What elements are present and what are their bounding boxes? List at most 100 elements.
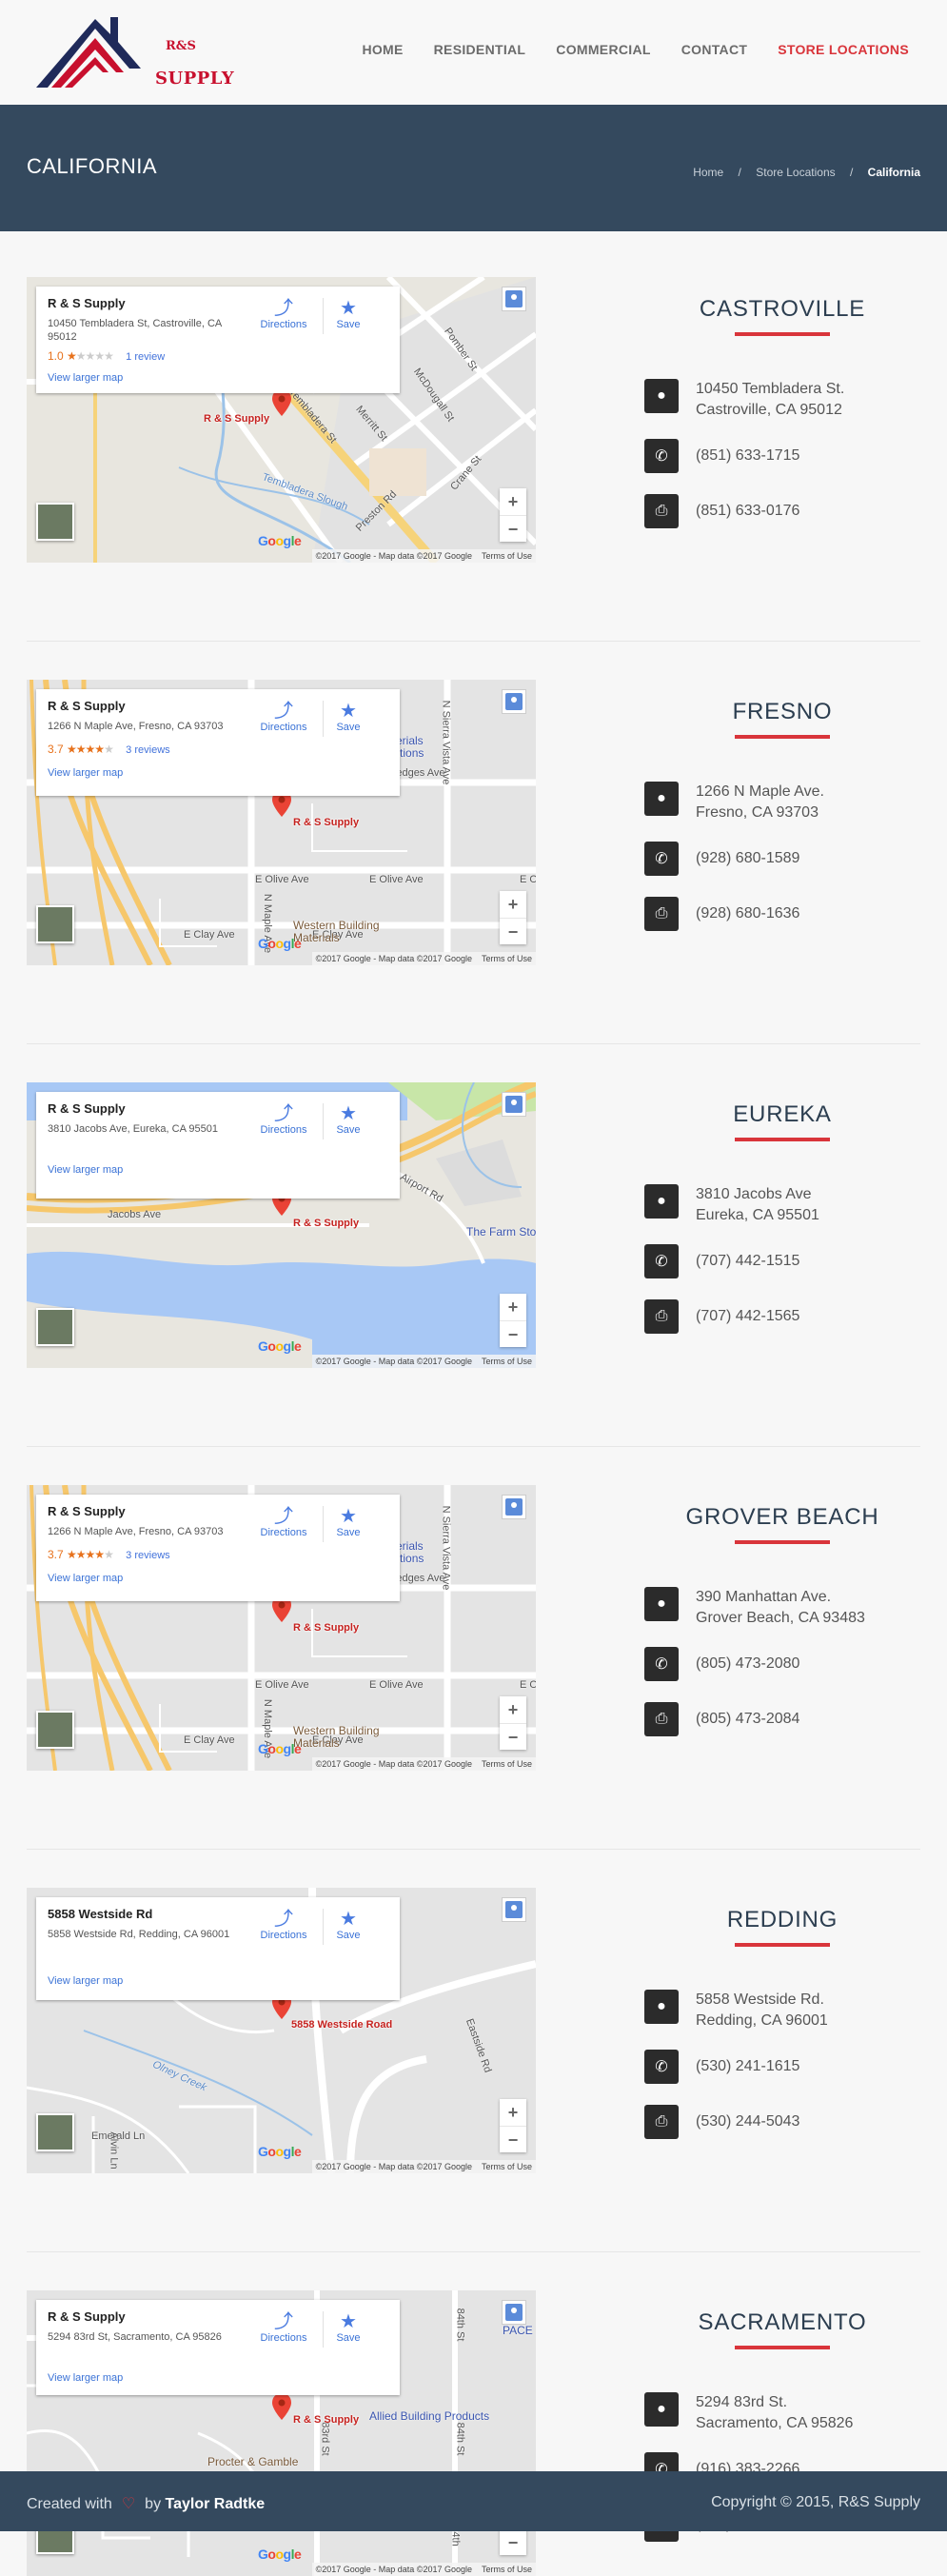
place-name: R & S Supply xyxy=(48,296,126,310)
phone-number[interactable]: (928) 680-1589 xyxy=(696,848,799,869)
terms-link[interactable]: Terms of Use xyxy=(482,2162,532,2171)
breadcrumb-home[interactable]: Home xyxy=(693,166,723,179)
place-name: R & S Supply xyxy=(48,699,126,713)
street-view-button[interactable] xyxy=(502,1897,526,1922)
satellite-toggle[interactable] xyxy=(36,905,74,943)
nav-commercial[interactable]: COMMERCIAL xyxy=(556,42,650,57)
poi-label[interactable]: The Farm Store xyxy=(466,1225,536,1238)
map-marker-icon[interactable] xyxy=(272,2393,291,2422)
fax-row: ⎙ (530) 244-5043 xyxy=(644,2105,799,2139)
zoom-out-button[interactable]: − xyxy=(500,1723,526,1750)
view-larger-map-link[interactable]: View larger map xyxy=(48,372,123,384)
phone-number[interactable]: (530) 241-1615 xyxy=(696,2056,799,2077)
view-larger-map-link[interactable]: View larger map xyxy=(48,1573,123,1584)
reviews-link[interactable]: 1 review xyxy=(126,351,165,363)
zoom-control: + − xyxy=(500,2099,526,2152)
map-attribution: ©2017 Google - Map data ©2017 Google Term… xyxy=(311,952,536,965)
contact-block: GROVER BEACH ● 390 Manhattan Ave. Grover … xyxy=(644,1485,920,1736)
place-rating: 1.0 ★★★★★ 1 review xyxy=(48,349,165,363)
phone-number[interactable]: (851) 633-1715 xyxy=(696,446,799,466)
zoom-out-button[interactable]: − xyxy=(500,918,526,944)
map-marker-icon: ● xyxy=(644,379,679,413)
poi-label[interactable]: Western Building Materials xyxy=(293,920,398,944)
zoom-out-button[interactable]: − xyxy=(500,515,526,542)
satellite-toggle[interactable] xyxy=(36,503,74,541)
street-view-button[interactable] xyxy=(502,287,526,311)
nav-contact[interactable]: CONTACT xyxy=(681,42,748,57)
place-address: 5858 Westside Rd, Redding, CA 96001 xyxy=(48,1929,230,1940)
satellite-toggle[interactable] xyxy=(36,2113,74,2151)
directions-button[interactable]: ⤴ Directions xyxy=(257,1506,310,1538)
breadcrumb-separator: / xyxy=(849,166,854,179)
zoom-in-button[interactable]: + xyxy=(500,2099,526,2126)
terms-link[interactable]: Terms of Use xyxy=(482,1357,532,1366)
save-button[interactable]: ★ Save xyxy=(329,298,367,330)
street-view-button[interactable] xyxy=(502,1495,526,1519)
zoom-in-button[interactable]: + xyxy=(500,488,526,515)
phone-number[interactable]: (707) 442-1515 xyxy=(696,1251,799,1272)
zoom-out-button[interactable]: − xyxy=(500,2528,526,2555)
poi-label[interactable]: Allied Building Products xyxy=(369,2409,489,2423)
directions-button[interactable]: ⤴ Directions xyxy=(257,701,310,733)
nav-home[interactable]: HOME xyxy=(362,42,403,57)
save-button[interactable]: ★ Save xyxy=(329,2311,367,2344)
view-larger-map-link[interactable]: View larger map xyxy=(48,1164,123,1176)
nav-residential[interactable]: RESIDENTIAL xyxy=(434,42,526,57)
terms-link[interactable]: Terms of Use xyxy=(482,1759,532,1769)
street-view-button[interactable] xyxy=(502,1092,526,1117)
map-embed[interactable]: E Olive Ave E Olive Ave E O E Clay Ave E… xyxy=(27,680,536,965)
save-button[interactable]: ★ Save xyxy=(329,701,367,733)
location-grover-beach: E Olive Ave E Olive Ave E O E Clay Ave E… xyxy=(0,1485,947,1850)
logo[interactable]: R&S SUPPLY xyxy=(36,11,234,95)
nav-store-locations[interactable]: STORE LOCATIONS xyxy=(778,42,909,57)
poi-label[interactable]: Procter & Gamble xyxy=(207,2455,298,2468)
map-embed[interactable]: Merritt St Tembladera St Tembladera Slou… xyxy=(27,277,536,563)
phone-icon: ✆ xyxy=(644,1647,679,1681)
main-nav: HOME RESIDENTIAL COMMERCIAL CONTACT STOR… xyxy=(331,42,909,57)
reviews-link[interactable]: 3 reviews xyxy=(126,744,169,756)
map-info-card: R & S Supply 10450 Tembladera St, Castro… xyxy=(36,287,400,393)
address-row: ● 10450 Tembladera St. Castroville, CA 95… xyxy=(644,379,844,421)
map-embed[interactable]: Olney Creek Emerald Ln Eastside Rd Alvin… xyxy=(27,1888,536,2173)
reviews-link[interactable]: 3 reviews xyxy=(126,1550,169,1561)
directions-button[interactable]: ⤴ Directions xyxy=(257,1909,310,1941)
contact-block: FRESNO ● 1266 N Maple Ave. Fresno, CA 937… xyxy=(644,680,920,931)
zoom-in-button[interactable]: + xyxy=(500,1696,526,1723)
zoom-in-button[interactable]: + xyxy=(500,891,526,918)
author-link[interactable]: Taylor Radtke xyxy=(166,2496,266,2512)
street-label: E Olive Ave xyxy=(369,874,424,885)
poi-label[interactable]: PACE xyxy=(503,2324,533,2337)
divider xyxy=(323,298,324,334)
map-embed[interactable]: E Olive Ave E Olive Ave E O E Clay Ave E… xyxy=(27,1485,536,1771)
street-view-button[interactable] xyxy=(502,2300,526,2325)
directions-button[interactable]: ⤴ Directions xyxy=(257,298,310,330)
poi-label[interactable]: Western Building Materials xyxy=(293,1725,398,1750)
phone-number[interactable]: (805) 473-2080 xyxy=(696,1654,799,1674)
directions-button[interactable]: ⤴ Directions xyxy=(257,1103,310,1136)
view-larger-map-link[interactable]: View larger map xyxy=(48,767,123,779)
terms-link[interactable]: Terms of Use xyxy=(482,551,532,561)
map-embed[interactable]: Jacobs Ave Airport Rd 101 The Farm Store… xyxy=(27,1082,536,1368)
fax-icon: ⎙ xyxy=(644,1299,679,1334)
street-view-button[interactable] xyxy=(502,689,526,714)
breadcrumb-store-locations[interactable]: Store Locations xyxy=(756,166,835,179)
satellite-toggle[interactable] xyxy=(36,1711,74,1749)
map-embed[interactable]: 83rd St 84th St 84th St 84th Allied Buil… xyxy=(27,2290,536,2576)
zoom-out-button[interactable]: − xyxy=(500,1320,526,1347)
satellite-toggle[interactable] xyxy=(36,1308,74,1346)
directions-button[interactable]: ⤴ Directions xyxy=(257,2311,310,2344)
phone-row: ✆ (707) 442-1515 xyxy=(644,1244,799,1278)
view-larger-map-link[interactable]: View larger map xyxy=(48,1975,123,1987)
save-button[interactable]: ★ Save xyxy=(329,1103,367,1136)
terms-link[interactable]: Terms of Use xyxy=(482,954,532,963)
zoom-out-button[interactable]: − xyxy=(500,2126,526,2152)
map-marker-icon[interactable] xyxy=(272,389,291,418)
map-marker-icon: ● xyxy=(644,782,679,816)
map-attribution: ©2017 Google - Map data ©2017 Google Term… xyxy=(311,2160,536,2173)
star-icon: ★ xyxy=(340,1909,357,1930)
view-larger-map-link[interactable]: View larger map xyxy=(48,2372,123,2384)
zoom-in-button[interactable]: + xyxy=(500,1294,526,1320)
save-button[interactable]: ★ Save xyxy=(329,1506,367,1538)
terms-link[interactable]: Terms of Use xyxy=(482,2565,532,2574)
save-button[interactable]: ★ Save xyxy=(329,1909,367,1941)
